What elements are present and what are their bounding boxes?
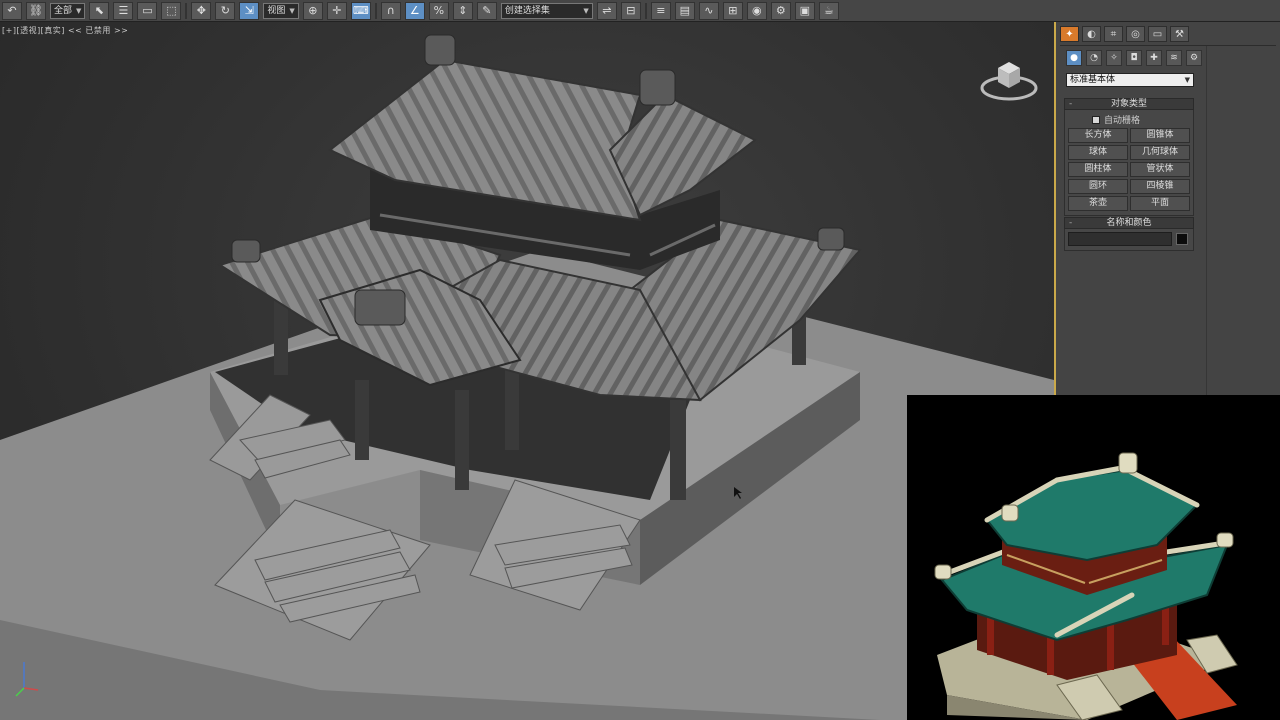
edit-named-selection-icon[interactable]: ✎ [476, 1, 497, 20]
cone-button[interactable]: 圆锥体 [1130, 128, 1190, 143]
name-color-header[interactable]: - 名称和颜色 [1064, 217, 1194, 229]
keyboard-shortcut-icon[interactable]: ⌨ [350, 1, 371, 20]
box-button[interactable]: 长方体 [1068, 128, 1128, 143]
toolbar-separator [644, 2, 647, 19]
viewport-scene [0, 34, 1054, 720]
spinner-snap-icon[interactable]: ⇕ [452, 1, 473, 20]
rendered-frame-icon[interactable]: ▣ [794, 1, 815, 20]
geosphere-button[interactable]: 几何球体 [1130, 145, 1190, 160]
undo-icon[interactable]: ↶ [2, 1, 22, 20]
modify-tab-icon[interactable]: ◐ [1082, 26, 1101, 42]
select-by-name-icon[interactable]: ☰ [113, 1, 134, 20]
mirror-icon[interactable]: ⇌ [596, 1, 617, 20]
move-icon[interactable]: ✥ [191, 1, 212, 20]
autogrid-checkbox[interactable] [1092, 115, 1100, 124]
reference-image-inset [907, 395, 1280, 720]
cylinder-button[interactable]: 圆柱体 [1068, 162, 1128, 177]
render-icon[interactable]: ☕ [818, 1, 839, 20]
viewcube[interactable] [978, 50, 1040, 102]
teapot-button[interactable]: 茶壶 [1068, 196, 1128, 211]
autogrid-row[interactable]: 自动栅格 [1068, 113, 1190, 126]
named-selection-value: 创建选择集 [504, 5, 550, 16]
collapse-icon: - [1069, 218, 1073, 228]
percent-snap-icon[interactable]: % [428, 1, 449, 20]
sphere-button[interactable]: 球体 [1068, 145, 1128, 160]
select-object-icon[interactable]: ⬉ [89, 1, 110, 20]
named-selection-dropdown[interactable]: 创建选择集 ▼ [500, 2, 593, 19]
create-tab-icon[interactable]: ✦ [1060, 26, 1079, 42]
angle-snap-icon[interactable]: ∠ [404, 1, 425, 20]
select-region-icon[interactable]: ▭ [137, 1, 158, 20]
toolbar-separator [185, 2, 188, 19]
rotate-icon[interactable]: ↻ [215, 1, 236, 20]
create-categories: ● ◔ ✧ ◘ ✚ ≋ ⚙ [1066, 50, 1202, 66]
chevron-down-icon: ▼ [76, 6, 82, 15]
reference-coordinate-value: 视图 [267, 5, 286, 16]
scale-icon[interactable]: ⇲ [239, 1, 260, 20]
object-type-body: 自动栅格 长方体 圆锥体 球体 几何球体 圆柱体 管状体 圆环 四棱锥 茶壶 平… [1064, 110, 1194, 216]
systems-icon[interactable]: ⚙ [1186, 50, 1202, 66]
spacewarps-icon[interactable]: ≋ [1166, 50, 1182, 66]
window-crossing-icon[interactable]: ⬚ [161, 1, 182, 20]
utilities-tab-icon[interactable]: ⚒ [1170, 26, 1189, 42]
geometry-icon[interactable]: ● [1066, 50, 1082, 66]
material-editor-icon[interactable]: ◉ [746, 1, 767, 20]
name-color-title: 名称和颜色 [1106, 218, 1152, 228]
viewport-label[interactable]: [+][透视][真实] << 已禁用 >> [2, 25, 128, 36]
object-type-title: 对象类型 [1110, 99, 1147, 109]
primitive-buttons: 长方体 圆锥体 球体 几何球体 圆柱体 管状体 圆环 四棱锥 茶壶 平面 [1068, 128, 1190, 211]
subcategory-dropdown[interactable]: 标准基本体 ▼ [1066, 73, 1194, 87]
collapse-icon: - [1069, 99, 1073, 109]
curve-editor-icon[interactable]: ∿ [698, 1, 719, 20]
reference-coordinate-dropdown[interactable]: 视图 ▼ [263, 2, 299, 19]
subcategory-value: 标准基本体 [1070, 75, 1116, 85]
pivot-icon[interactable]: ⊕ [302, 1, 323, 20]
chevron-down-icon: ▼ [289, 6, 295, 15]
chevron-down-icon: ▼ [583, 6, 589, 15]
torus-button[interactable]: 圆环 [1068, 179, 1128, 194]
toolbar-separator [374, 2, 377, 19]
name-color-rollout: - 名称和颜色 [1064, 217, 1194, 251]
name-row [1068, 232, 1190, 246]
snap-icon[interactable]: ∩ [380, 1, 401, 20]
chevron-down-icon: ▼ [1184, 76, 1190, 84]
motion-tab-icon[interactable]: ◎ [1126, 26, 1145, 42]
main-toolbar: ↶ ⛓ 全部 ▼ ⬉ ☰ ▭ ⬚ ✥ ↻ ⇲ 视图 ▼ ⊕ ✛ ⌨ ∩ ∠ % … [0, 0, 1280, 22]
object-type-rollout: - 对象类型 自动栅格 长方体 圆锥体 球体 几何球体 圆柱体 管状体 圆环 四… [1064, 98, 1194, 216]
graphite-icon[interactable]: ▤ [674, 1, 695, 20]
perspective-viewport[interactable]: [+][透视][真实] << 已禁用 >> [0, 22, 1054, 720]
schematic-icon[interactable]: ⊞ [722, 1, 743, 20]
hierarchy-tab-icon[interactable]: ⌗ [1104, 26, 1123, 42]
lights-icon[interactable]: ✧ [1106, 50, 1122, 66]
layer-icon[interactable]: ≡ [650, 1, 671, 20]
pyramid-button[interactable]: 四棱锥 [1130, 179, 1190, 194]
link-icon[interactable]: ⛓ [26, 1, 46, 20]
reference-pavilion-render [934, 452, 1238, 720]
align-icon[interactable]: ⊟ [620, 1, 641, 20]
name-color-body [1064, 229, 1194, 251]
command-panel-tabs: ✦ ◐ ⌗ ◎ ▭ ⚒ [1060, 26, 1189, 42]
select-manipulate-icon[interactable]: ✛ [326, 1, 347, 20]
shapes-icon[interactable]: ◔ [1086, 50, 1102, 66]
autogrid-label: 自动栅格 [1104, 116, 1141, 126]
cameras-icon[interactable]: ◘ [1126, 50, 1142, 66]
tab-divider [1060, 45, 1276, 46]
selection-filter-value: 全部 [54, 5, 73, 16]
object-name-field[interactable] [1068, 232, 1172, 246]
plane-button[interactable]: 平面 [1130, 196, 1190, 211]
helpers-icon[interactable]: ✚ [1146, 50, 1162, 66]
object-color-swatch[interactable] [1176, 233, 1188, 245]
render-setup-icon[interactable]: ⚙ [770, 1, 791, 20]
tube-button[interactable]: 管状体 [1130, 162, 1190, 177]
display-tab-icon[interactable]: ▭ [1148, 26, 1167, 42]
object-type-header[interactable]: - 对象类型 [1064, 98, 1194, 110]
selection-filter-dropdown[interactable]: 全部 ▼ [50, 2, 86, 19]
